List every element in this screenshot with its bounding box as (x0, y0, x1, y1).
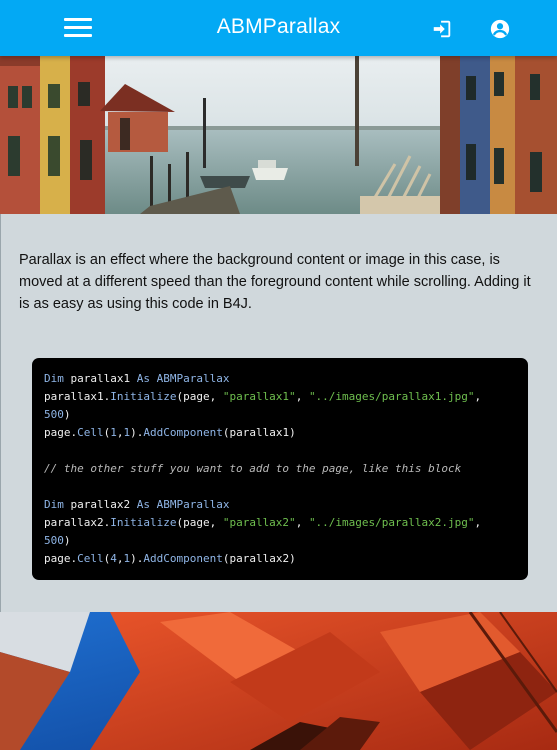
parallax-image-2 (0, 612, 557, 750)
code-line: 500) (44, 408, 71, 421)
code-line: parallax2.Initialize(page, "parallax2", … (44, 516, 482, 529)
code-block: Dim parallax1 As ABMParallax parallax1.In… (32, 358, 528, 580)
parallax-image-1 (0, 56, 557, 214)
account-circle-icon[interactable] (489, 18, 511, 40)
code-line: page.Cell(1,1).AddComponent(parallax1) (44, 426, 296, 439)
login-icon[interactable] (431, 18, 453, 40)
code-line: Dim parallax1 As ABMParallax (44, 372, 230, 385)
code-line: Dim parallax2 As ABMParallax (44, 498, 230, 511)
app-bar: ABMParallax (0, 0, 557, 56)
code-line: parallax1.Initialize(page, "parallax1", … (44, 390, 482, 403)
page-title: ABMParallax (216, 15, 341, 38)
code-line: page.Cell(4,1).AddComponent(parallax2) (44, 552, 296, 565)
intro-text: Parallax is an effect where the backgrou… (19, 252, 531, 312)
code-line: 500) (44, 534, 71, 547)
content-section: Parallax is an effect where the backgrou… (0, 214, 557, 612)
code-line: // the other stuff you want to add to th… (44, 462, 462, 475)
